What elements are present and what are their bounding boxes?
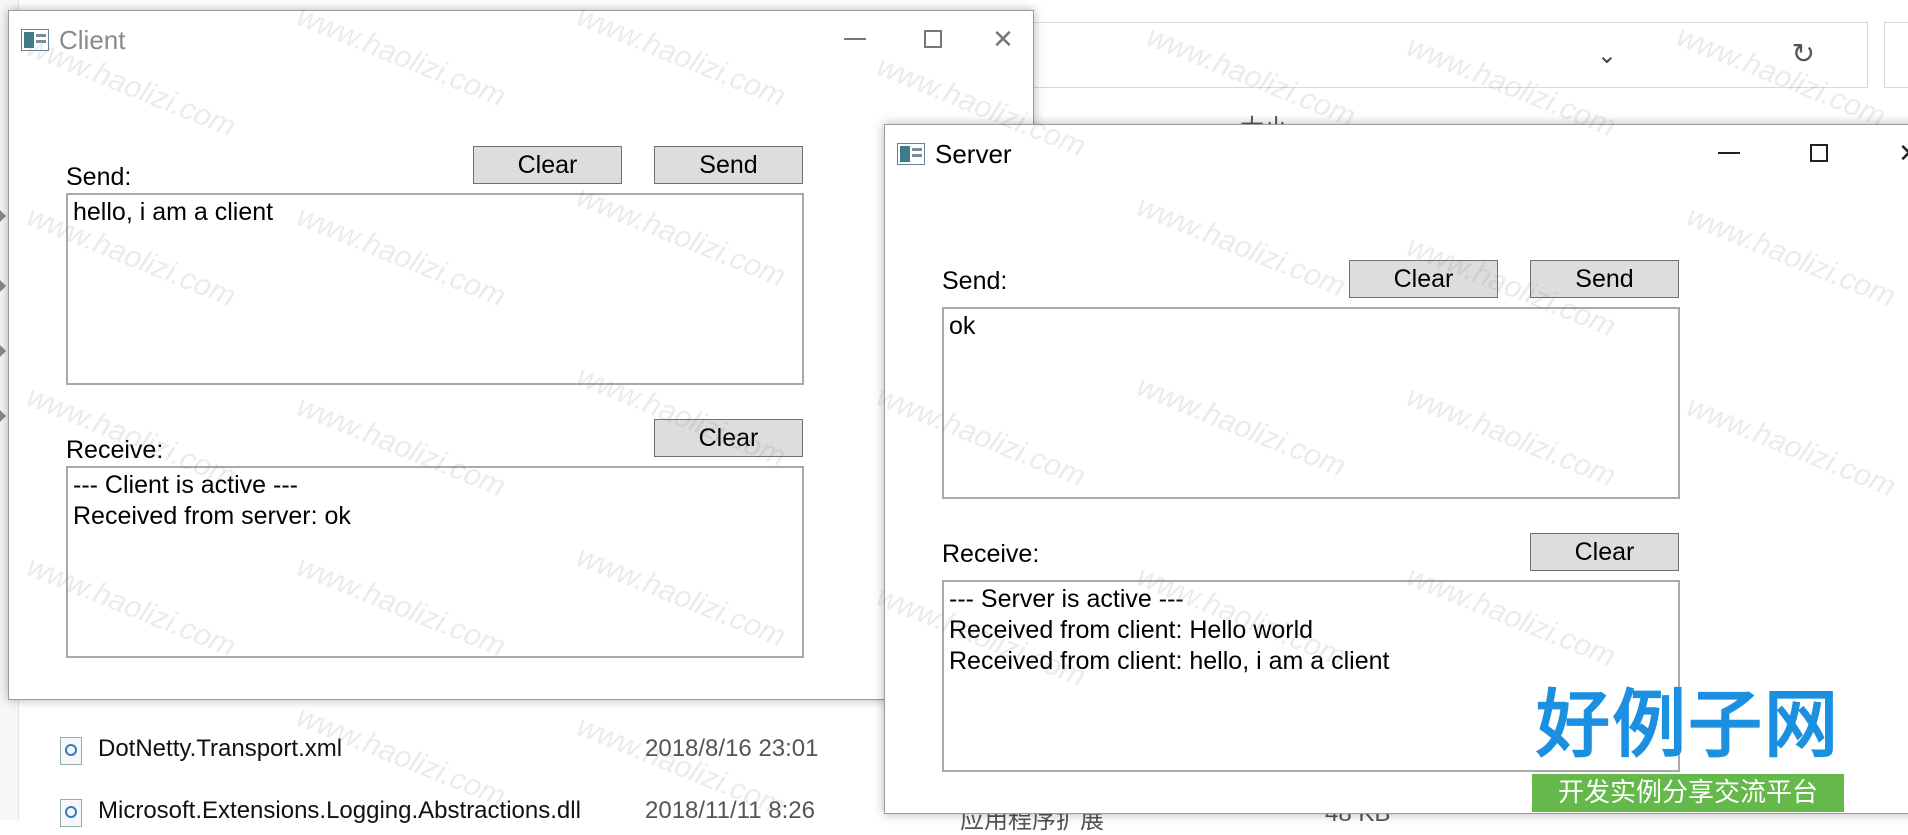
receive-clear-button[interactable]: Clear [654, 419, 803, 457]
maximize-icon [924, 30, 942, 48]
expand-arrow-icon[interactable] [0, 345, 6, 357]
brand-subtitle: 开发实例分享交流平台 [1532, 774, 1844, 812]
send-label: Send: [66, 163, 132, 191]
send-clear-button[interactable]: Clear [1349, 260, 1498, 298]
receive-label: Receive: [66, 436, 164, 464]
search-box[interactable] [1884, 22, 1908, 88]
window-title: Server [935, 139, 1012, 169]
receive-line: --- Server is active --- [949, 585, 1184, 613]
close-icon: ✕ [992, 24, 1014, 54]
client-titlebar[interactable]: Client ✕ [9, 11, 1033, 65]
receive-line: --- Client is active --- [73, 471, 299, 499]
receive-line: Received from client: hello, i am a clie… [949, 647, 1390, 675]
maximize-icon [1810, 144, 1828, 162]
site-brand-logo: 好例子网 开发实例分享交流平台 [1532, 684, 1844, 812]
minimize-button[interactable] [831, 17, 879, 61]
expand-arrow-icon[interactable] [0, 210, 6, 222]
refresh-icon[interactable]: ↻ [1792, 37, 1815, 70]
file-name: Microsoft.Extensions.Logging.Abstraction… [98, 797, 581, 824]
address-bar[interactable]: g ⌄ ↻ [990, 22, 1868, 88]
receive-line: Received from server: ok [73, 502, 351, 530]
close-button[interactable]: ✕ [979, 17, 1027, 61]
send-textbox[interactable]: ok [942, 307, 1680, 499]
receive-clear-button[interactable]: Clear [1530, 533, 1679, 571]
xml-file-icon [60, 737, 82, 765]
expand-arrow-icon[interactable] [0, 280, 6, 292]
server-titlebar[interactable]: Server ✕ [885, 125, 1908, 179]
receive-label: Receive: [942, 540, 1040, 568]
receive-textbox[interactable]: --- Client is active --- Received from s… [66, 466, 804, 658]
app-icon [897, 143, 925, 165]
close-icon: ✕ [1898, 140, 1908, 166]
close-button[interactable]: ✕ [1885, 131, 1908, 175]
receive-line: Received from client: Hello world [949, 616, 1314, 644]
send-text: ok [949, 312, 976, 340]
expand-arrow-icon[interactable] [0, 410, 6, 422]
send-label: Send: [942, 267, 1008, 295]
send-button[interactable]: Send [654, 146, 803, 184]
app-icon [21, 29, 49, 51]
file-date: 2018/8/16 23:01 [645, 735, 819, 762]
client-window: Client ✕ Send: Clear Send hello, i am a … [8, 10, 1034, 700]
maximize-button[interactable] [909, 17, 957, 61]
window-title: Client [59, 25, 126, 55]
maximize-button[interactable] [1795, 131, 1843, 175]
send-text: hello, i am a client [73, 198, 274, 226]
minimize-icon [1718, 152, 1740, 154]
send-button[interactable]: Send [1530, 260, 1679, 298]
brand-title: 好例子网 [1536, 682, 1840, 768]
minimize-button[interactable] [1705, 131, 1753, 175]
chevron-down-icon[interactable]: ⌄ [1597, 41, 1617, 70]
send-clear-button[interactable]: Clear [473, 146, 622, 184]
file-date: 2018/11/11 8:26 [645, 797, 815, 824]
minimize-icon [844, 38, 866, 40]
send-textbox[interactable]: hello, i am a client [66, 193, 804, 385]
dll-file-icon [60, 799, 82, 827]
file-name: DotNetty.Transport.xml [98, 735, 343, 762]
